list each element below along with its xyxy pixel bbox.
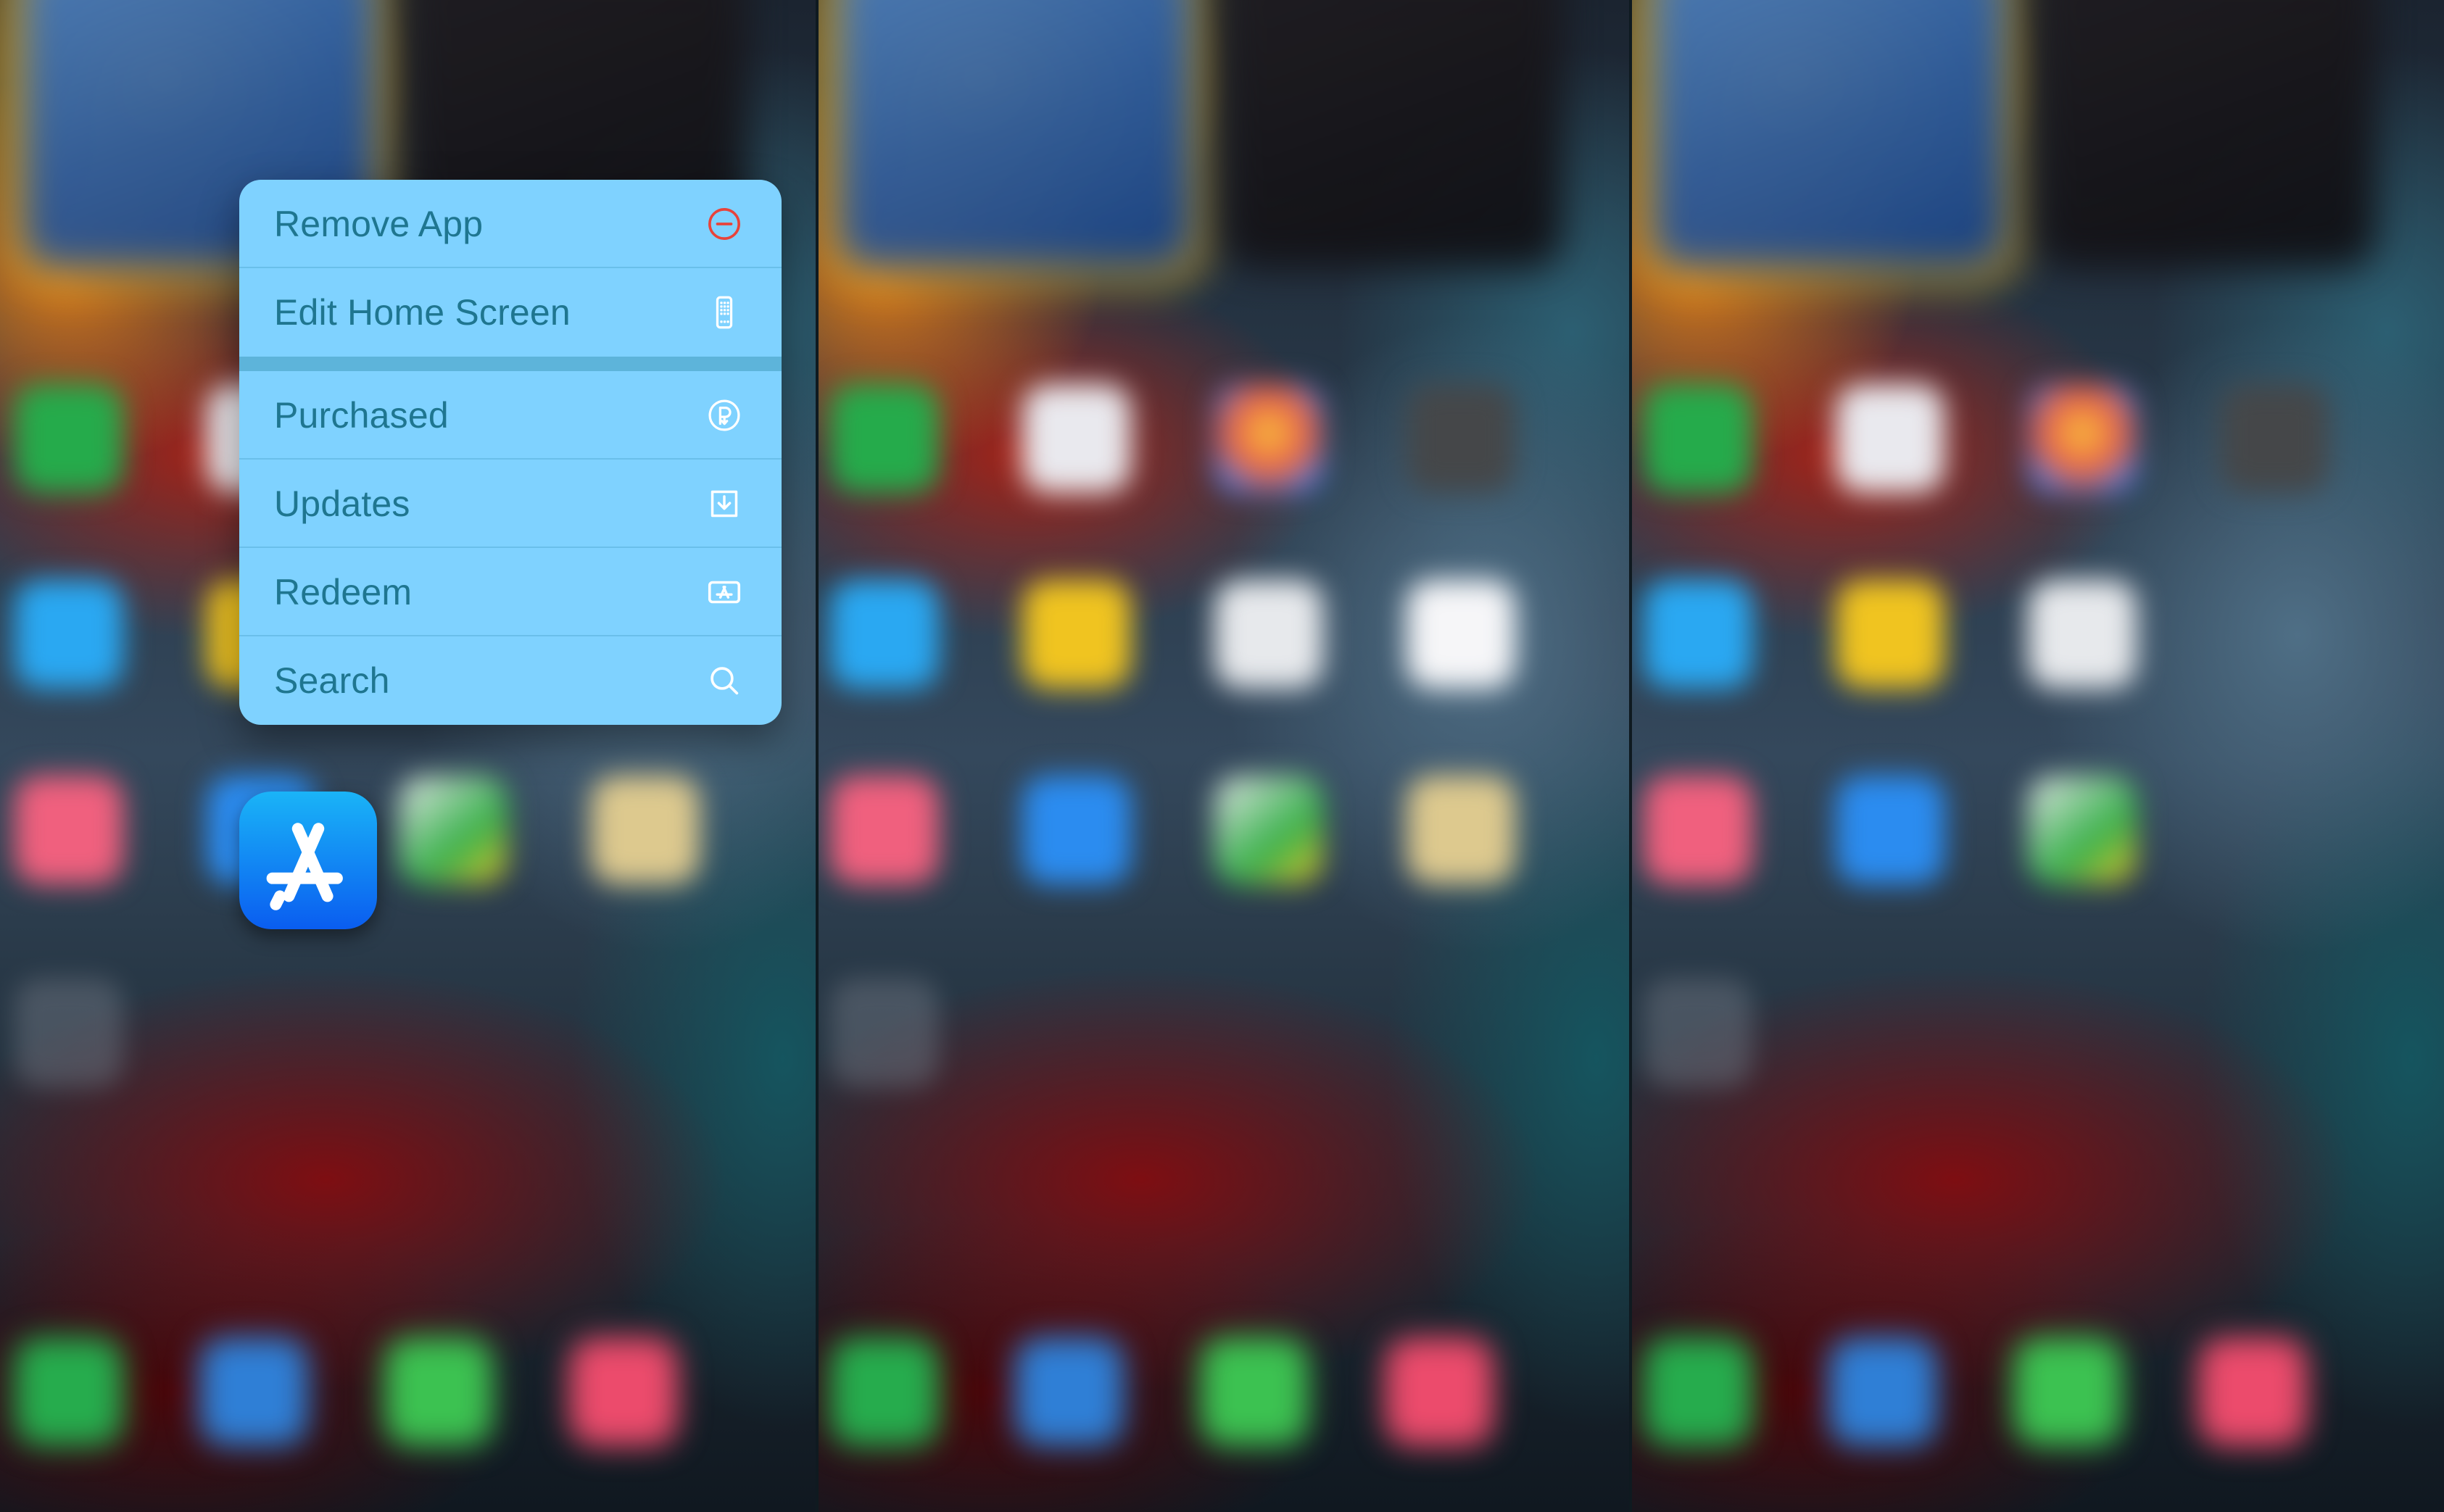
dock-icon: [569, 1337, 678, 1446]
menu-item-label: Purchased: [274, 395, 449, 436]
dock-icon: [830, 1337, 939, 1446]
dock-icon: [1200, 1337, 1309, 1446]
menu-item-label: Edit Home Screen: [274, 292, 571, 333]
widget-card-blue: [837, 0, 1193, 268]
blurred-app-icon: [15, 384, 123, 493]
blurred-app-icon: [399, 776, 508, 884]
dock-icon: [2013, 1337, 2122, 1446]
menu-item-redeem[interactable]: Redeem: [239, 548, 782, 636]
blurred-app-icon: [1644, 776, 1752, 884]
clock-panel: 12 1 2 3 4 5 6 7 8 9 10 11: [1629, 0, 2444, 1512]
download-icon: [702, 481, 747, 526]
edit-home-screen-icon: [702, 290, 747, 335]
blurred-app-icon: [1022, 776, 1131, 884]
blurred-app-icon: [1644, 979, 1752, 1087]
blurred-app-icon: [15, 979, 123, 1087]
screenshot-stage: Remove App Edit Home Screen Purchased Up…: [0, 0, 2444, 1512]
blurred-app-icon: [1407, 776, 1515, 884]
minus-circle-icon: [702, 202, 747, 246]
blurred-app-icon: [1022, 580, 1131, 689]
dock-icon: [1828, 1337, 1937, 1446]
blurred-app-icon: [1836, 776, 1944, 884]
menu-item-updates[interactable]: Updates: [239, 460, 782, 548]
blurred-app-icon: [1407, 384, 1515, 493]
dock-icon: [1385, 1337, 1494, 1446]
blurred-app-icon: [2028, 776, 2137, 884]
widget-card-dark: [1222, 0, 1562, 268]
menu-item-purchased[interactable]: Purchased: [239, 371, 782, 460]
blurred-app-icon: [1836, 384, 1944, 493]
blurred-app-icon: [2028, 580, 2137, 689]
app-store-panel: Remove App Edit Home Screen Purchased Up…: [0, 0, 816, 1512]
blurred-app-icon: [1644, 580, 1752, 689]
blurred-app-icon: [2028, 384, 2137, 493]
blurred-app-icon: [1214, 580, 1323, 689]
blurred-app-icon: [1214, 776, 1323, 884]
blurred-app-icon: [1407, 580, 1515, 689]
dock-icon: [384, 1337, 493, 1446]
blurred-app-icon: [2220, 384, 2329, 493]
blurred-app-icon: [1022, 384, 1131, 493]
dock-icon: [199, 1337, 308, 1446]
dock-icon: [2198, 1337, 2307, 1446]
widget-card-dark: [2035, 0, 2376, 268]
blurred-app-icon: [591, 776, 700, 884]
menu-item-label: Search: [274, 660, 390, 701]
menu-group-divider: [239, 357, 782, 371]
dock-icon: [1015, 1337, 1124, 1446]
blurred-app-icon: [1644, 384, 1752, 493]
menu-item-label: Redeem: [274, 572, 413, 612]
app-store-context-menu[interactable]: Remove App Edit Home Screen Purchased Up…: [239, 180, 782, 725]
menu-item-search[interactable]: Search: [239, 636, 782, 725]
blurred-app-icon: [15, 580, 123, 689]
widget-card-blue: [1651, 0, 2006, 268]
menu-item-edit-home-screen[interactable]: Edit Home Screen: [239, 268, 782, 357]
wallpaper-right: [1629, 0, 2444, 1512]
redeem-appstore-icon: [702, 570, 747, 615]
dock-icon: [15, 1337, 123, 1446]
blurred-app-icon: [830, 580, 939, 689]
blurred-app-icon: [830, 776, 939, 884]
purchased-icon: [702, 393, 747, 438]
wallpaper-mid: [816, 0, 1629, 1512]
menu-item-remove-app[interactable]: Remove App: [239, 180, 782, 268]
blurred-app-icon: [15, 776, 123, 884]
menu-item-label: Updates: [274, 483, 410, 524]
search-icon: [702, 658, 747, 703]
blurred-app-icon: [1836, 580, 1944, 689]
blurred-app-icon: [830, 979, 939, 1087]
menu-item-label: Remove App: [274, 204, 484, 244]
news-panel: Remove App Edit Home Screen: [816, 0, 1629, 1512]
app-store-icon[interactable]: [239, 792, 377, 929]
dock-icon: [1644, 1337, 1752, 1446]
blurred-app-icon: [830, 384, 939, 493]
blurred-app-icon: [1214, 384, 1323, 493]
